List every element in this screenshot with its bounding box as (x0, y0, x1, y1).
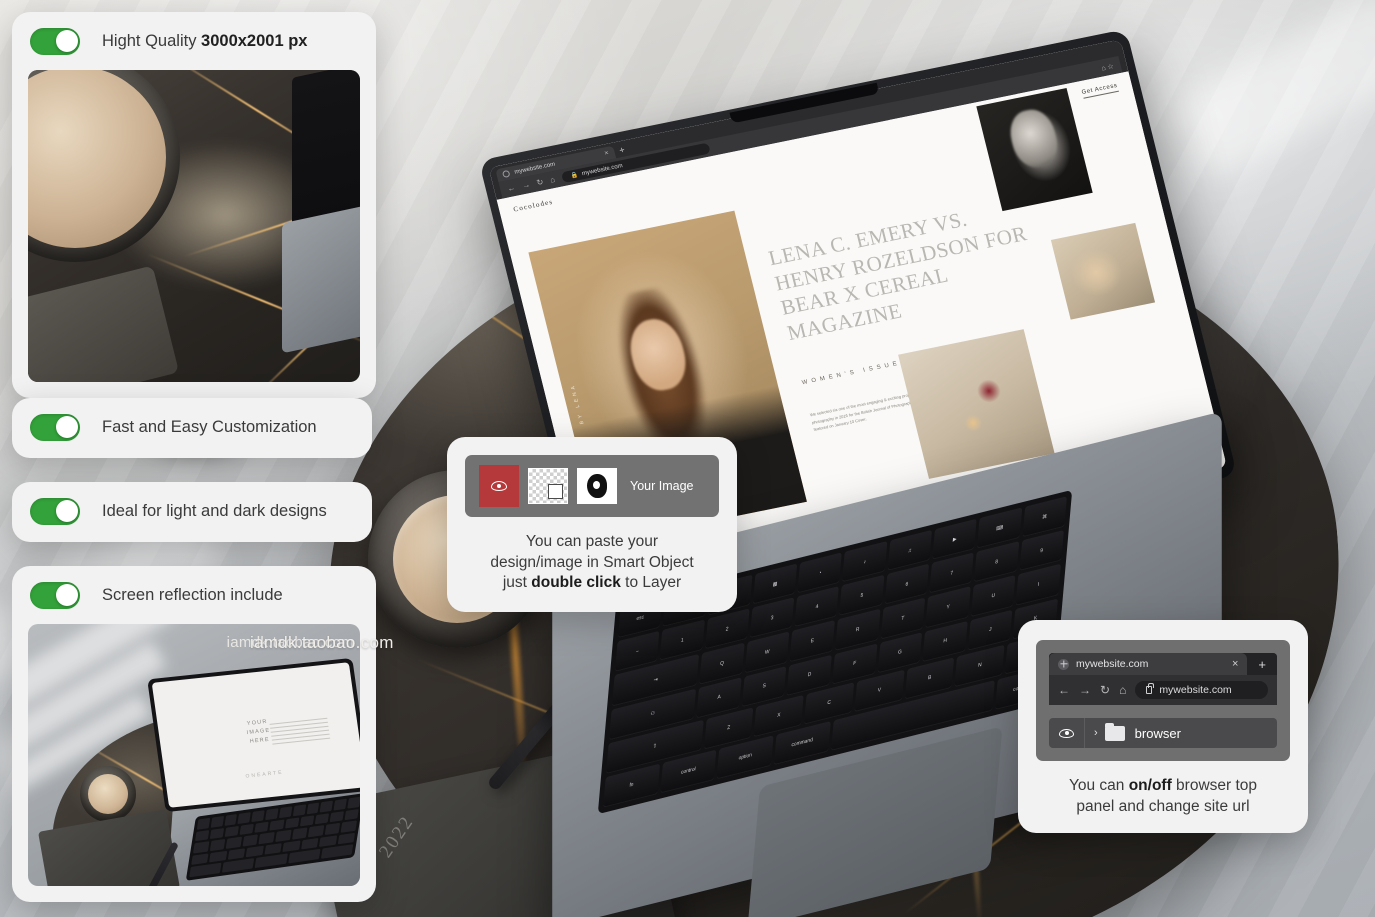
address-bar-value: mywebsite.com (1159, 684, 1232, 696)
caption-pre: You can (1068, 777, 1129, 794)
page-title: LENA C. EMERY VS. HENRY ROZELDSON FOR BE… (766, 206, 1030, 345)
feature-card-quality: Hight Quality 3000x2001 px (12, 12, 376, 398)
forward-icon[interactable]: → (1079, 684, 1091, 696)
browser-tab-strip: mywebsite.com × + (1049, 653, 1277, 675)
watermark-center: iamdk.taobao.com (250, 633, 394, 652)
chevron-right-icon[interactable]: › (1085, 727, 1105, 739)
browser-panel-caption: You can on/off browser top panel and cha… (1036, 776, 1290, 817)
preview-laptop-screen: YOUR IMAGE HERE ONEARTE (151, 662, 360, 808)
browser-mock: mywebsite.com × + ← → ↻ ⌂ mywebsite.com (1049, 653, 1277, 705)
toggle-light-dark[interactable] (30, 497, 80, 525)
feature-row[interactable]: Screen reflection include (12, 566, 376, 624)
reload-icon[interactable]: ↻ (1100, 684, 1110, 696)
back-icon[interactable]: ← (1058, 684, 1070, 696)
preview-cup-base (28, 265, 180, 382)
toggle-fast-customization[interactable] (30, 413, 80, 441)
photoshop-layer-row[interactable]: › browser (1049, 718, 1277, 748)
preview-image-marble-coffee (28, 70, 360, 382)
reload-icon[interactable]: ↻ (536, 177, 545, 187)
preview-laptop-base (282, 204, 360, 354)
feature-label: Ideal for light and dark designs (102, 501, 327, 520)
home-icon[interactable]: ⌂ (549, 175, 556, 185)
eye-icon (491, 481, 507, 491)
caption-post: browser top (1171, 777, 1258, 794)
feature-row[interactable]: Ideal for light and dark designs (12, 482, 372, 540)
browser-layer-strip: mywebsite.com × + ← → ↻ ⌂ mywebsite.com … (1036, 640, 1290, 761)
tab-favicon-icon (501, 169, 511, 179)
new-tab-button[interactable]: + (618, 145, 626, 156)
preview-image-laptop-reflection: YOUR IMAGE HERE ONEARTE iamdk.taobao.com (28, 624, 360, 886)
browser-panel-tip-card: mywebsite.com × + ← → ↻ ⌂ mywebsite.com … (1018, 620, 1308, 834)
toggle-knob (55, 500, 78, 522)
close-icon[interactable]: × (1232, 658, 1238, 670)
feature-card-light-dark: Ideal for light and dark designs (12, 482, 372, 542)
feature-row[interactable]: Hight Quality 3000x2001 px (12, 12, 376, 70)
tab-favicon-icon (1058, 658, 1069, 670)
smart-object-tip-card: Your Image You can paste your design/ima… (447, 437, 737, 612)
feature-card-screen-reflection: Screen reflection include YOUR IMAGE HERE … (12, 566, 376, 902)
toggle-knob (55, 30, 78, 52)
browser-omnibox-row: ← → ↻ ⌂ mywebsite.com (1049, 675, 1277, 705)
caption-line-3-post: to Layer (620, 574, 682, 592)
feature-label: Fast and Easy Customization (102, 417, 317, 436)
caption-line-2: design/image in Smart Object (490, 553, 694, 571)
layer-visibility-toggle[interactable] (479, 465, 519, 507)
portrait-face (1005, 106, 1063, 172)
toggle-knob (55, 416, 78, 438)
address-bar[interactable]: mywebsite.com (1135, 681, 1268, 699)
preview-laptop-lid: YOUR IMAGE HERE ONEARTE (147, 657, 360, 813)
caption-bold: on/off (1128, 777, 1172, 794)
photoshop-layer-strip: Your Image (465, 455, 719, 517)
section-label: WOMEN'S ISSUE (801, 360, 902, 387)
forward-icon[interactable]: → (521, 180, 531, 190)
folder-icon (1104, 722, 1125, 741)
caption-line-3-bold: double click (531, 574, 621, 592)
toggle-high-quality[interactable] (30, 27, 80, 55)
toggle-screen-reflection[interactable] (30, 581, 80, 609)
preview-brand-text: ONEARTE (245, 769, 284, 780)
caption-line-1: You can paste your (525, 533, 659, 550)
layer-visibility-toggle[interactable] (1049, 718, 1085, 748)
caption-line-2: panel and change site url (1076, 797, 1250, 815)
site-logo[interactable]: Cocolodes (513, 198, 555, 214)
layer-mask-thumbnail-icon[interactable] (577, 468, 617, 504)
browser-tab[interactable]: mywebsite.com × (1049, 653, 1248, 675)
get-access-button[interactable]: Get Access (1081, 82, 1119, 99)
feature-card-customization: Fast and Easy Customization (12, 398, 372, 458)
browser-toolbar-icons[interactable]: ⌂ ☆ (1100, 62, 1115, 72)
preview-text-lines (269, 717, 331, 748)
lock-icon (1146, 683, 1155, 694)
tab-title: mywebsite.com (1076, 658, 1149, 670)
feature-label-text: Hight Quality (102, 31, 202, 50)
feature-row[interactable]: Fast and Easy Customization (12, 398, 372, 456)
layer-name[interactable]: browser (1135, 726, 1181, 741)
caption-line-3-pre: just (502, 574, 532, 592)
smart-object-thumbnail-icon[interactable] (528, 468, 568, 504)
layer-name[interactable]: Your Image (630, 479, 693, 493)
home-icon[interactable]: ⌂ (1119, 684, 1126, 696)
fruit-thumbnail (898, 329, 1055, 479)
close-icon[interactable]: × (604, 150, 610, 158)
feature-label-emphasis: 3000x2001 px (201, 31, 308, 50)
smart-object-caption: You can paste your design/image in Smart… (465, 532, 719, 594)
preview-placeholder-text: YOUR IMAGE HERE (246, 719, 271, 745)
lock-icon: 🔒 (570, 172, 579, 180)
feature-label: Hight Quality 3000x2001 px (102, 32, 307, 51)
toggle-knob (55, 584, 78, 606)
back-icon[interactable]: ← (506, 183, 516, 193)
child-thumbnail (1050, 222, 1156, 320)
preview-coffee-cup (80, 766, 136, 822)
eye-icon (1059, 728, 1074, 738)
feature-label: Screen reflection include (102, 585, 283, 604)
new-tab-button[interactable]: + (1247, 657, 1277, 672)
